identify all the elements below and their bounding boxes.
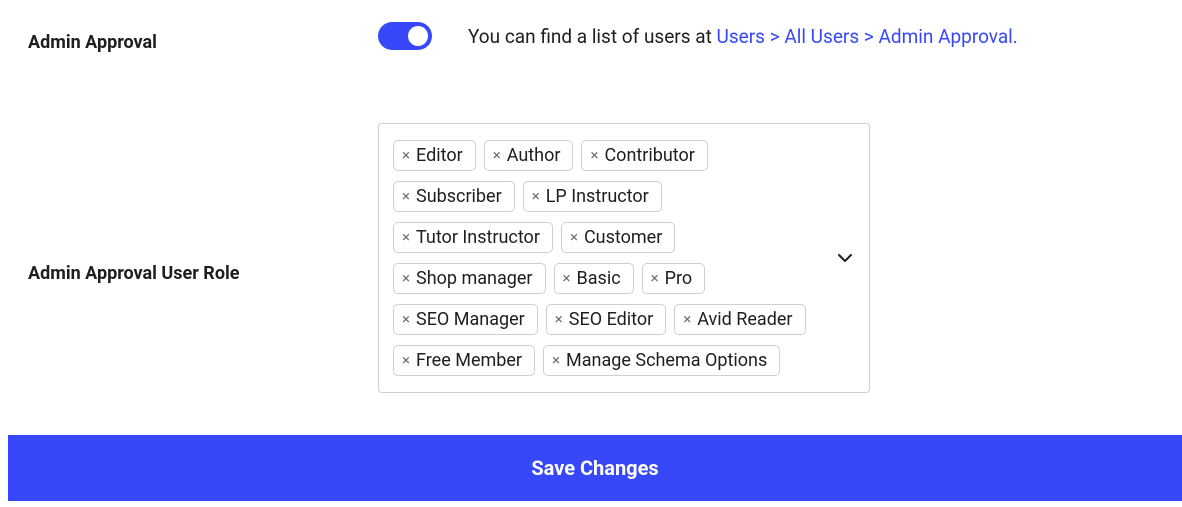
role-tag: × Free Member <box>393 345 535 376</box>
tags-container: × Editor × Author × Contributor × Subscriber × LP… <box>389 134 829 382</box>
role-tag-label: Author <box>507 145 561 166</box>
role-tag-label: Subscriber <box>416 186 502 207</box>
role-tag: × Manage Schema Options <box>543 345 780 376</box>
role-tag-label: Pro <box>665 268 693 289</box>
role-tag: × LP Instructor <box>523 181 662 212</box>
admin-approval-user-role-row: Admin Approval User Role ×Editor×Author×… <box>0 103 1182 393</box>
role-tag-label: Tutor Instructor <box>416 227 540 248</box>
close-icon[interactable]: × <box>563 271 571 286</box>
role-tag: × Pro <box>642 263 706 294</box>
save-button[interactable]: Save Changes <box>8 435 1182 501</box>
close-icon[interactable]: × <box>555 312 563 327</box>
close-icon[interactable]: × <box>683 312 691 327</box>
close-icon[interactable]: × <box>532 189 540 204</box>
admin-approval-row: Admin Approval You can find a list of us… <box>0 0 1182 53</box>
role-tag-label: Avid Reader <box>697 309 792 330</box>
role-tag: × SEO Editor <box>546 304 666 335</box>
close-icon[interactable]: × <box>402 353 410 368</box>
admin-approval-toggle[interactable] <box>378 22 432 50</box>
role-tag: × Author <box>484 140 574 171</box>
role-tag-label: LP Instructor <box>546 186 649 207</box>
close-icon[interactable]: × <box>402 189 410 204</box>
role-tag-label: Free Member <box>416 350 522 371</box>
user-role-multiselect[interactable]: × Editor × Author × Contributor × Subscriber × LP… <box>378 123 870 393</box>
toggle-knob <box>408 26 428 46</box>
role-tag-label: SEO Editor <box>569 309 653 330</box>
role-tag: × Contributor <box>581 140 707 171</box>
role-tag: × Editor <box>393 140 476 171</box>
role-tag-label: Basic <box>577 268 621 289</box>
close-icon[interactable]: × <box>402 230 410 245</box>
admin-approval-control: You can find a list of users at Users > … <box>378 22 1018 50</box>
role-tag: × Basic <box>554 263 634 294</box>
admin-approval-user-role-label: Admin Approval User Role <box>28 123 378 284</box>
close-icon[interactable]: × <box>552 353 560 368</box>
close-icon[interactable]: × <box>493 148 501 163</box>
role-tag-label: Editor <box>416 145 463 166</box>
role-tag: × Subscriber <box>393 181 515 212</box>
admin-approval-hint: You can find a list of users at Users > … <box>468 25 1018 48</box>
close-icon[interactable]: × <box>402 148 410 163</box>
close-icon[interactable]: × <box>402 312 410 327</box>
close-icon[interactable]: × <box>402 271 410 286</box>
admin-approval-label: Admin Approval <box>28 22 378 53</box>
chevron-down-icon[interactable] <box>835 248 855 268</box>
role-tag-label: Contributor <box>604 145 694 166</box>
admin-approval-hint-link[interactable]: Users > All Users > Admin Approval. <box>717 25 1018 48</box>
close-icon[interactable]: × <box>590 148 598 163</box>
role-tag: × Customer <box>561 222 675 253</box>
role-tag-label: SEO Manager <box>416 309 525 330</box>
role-tag: × Shop manager <box>393 263 546 294</box>
close-icon[interactable]: × <box>570 230 578 245</box>
role-tag: × SEO Manager <box>393 304 538 335</box>
role-tag: × Tutor Instructor <box>393 222 553 253</box>
save-button-label: Save Changes <box>531 456 658 480</box>
close-icon[interactable]: × <box>651 271 659 286</box>
role-tag-label: Shop manager <box>416 268 533 289</box>
role-tag: × Avid Reader <box>674 304 805 335</box>
role-tag-label: Customer <box>584 227 662 248</box>
hint-prefix: You can find a list of users at <box>468 25 717 48</box>
role-tag-label: Manage Schema Options <box>566 350 767 371</box>
